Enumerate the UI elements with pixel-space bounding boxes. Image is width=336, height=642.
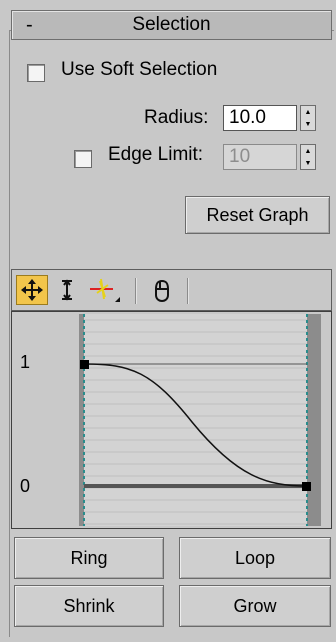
spinner-down-icon[interactable]: ▼	[305, 160, 312, 167]
curve-start-point	[80, 360, 89, 369]
spinner-up-icon[interactable]: ▲	[305, 109, 312, 116]
move-icon	[21, 279, 43, 301]
pan-tool-button[interactable]	[148, 275, 176, 305]
y-axis-bottom-label: 0	[20, 476, 31, 496]
edge-limit-input[interactable]: 10	[223, 144, 297, 170]
edge-limit-label: Edge Limit:	[108, 144, 204, 165]
radius-input[interactable]: 10.0	[223, 105, 297, 131]
toolbar-separator	[187, 278, 189, 304]
selection-rollout-header[interactable]: - Selection	[11, 10, 332, 40]
radius-spinner[interactable]: ▲ ▼	[300, 105, 316, 131]
scale-vertical-icon	[62, 279, 72, 301]
toolbar-separator	[135, 278, 137, 304]
insert-point-icon	[90, 278, 120, 302]
radius-label: Radius:	[144, 107, 209, 128]
rollout-title: Selection	[132, 14, 211, 35]
pan-icon	[155, 279, 169, 303]
shrink-button[interactable]: Shrink	[14, 585, 164, 627]
curve-end-point	[302, 482, 311, 491]
edge-limit-spinner[interactable]: ▲ ▼	[300, 144, 316, 170]
graph-toolbar	[11, 269, 332, 311]
falloff-curve-canvas[interactable]	[12, 312, 331, 528]
right-edge-bar	[307, 314, 321, 526]
insert-point-tool-button[interactable]	[86, 275, 122, 305]
use-soft-selection-checkbox[interactable]	[27, 64, 45, 82]
reset-graph-button[interactable]: Reset Graph	[185, 196, 330, 234]
scale-vertical-tool-button[interactable]	[54, 275, 80, 305]
spinner-down-icon[interactable]: ▼	[305, 121, 312, 128]
edge-limit-checkbox[interactable]	[74, 150, 92, 168]
move-tool-button[interactable]	[16, 275, 48, 305]
spinner-up-icon[interactable]: ▲	[305, 148, 312, 155]
y-axis-top-label: 1	[20, 352, 31, 372]
graph-plot-area	[82, 314, 309, 526]
ring-button[interactable]: Ring	[14, 537, 164, 579]
grow-button[interactable]: Grow	[179, 585, 331, 627]
falloff-curve-graph[interactable]: 1 0	[11, 311, 332, 529]
use-soft-selection-label: Use Soft Selection	[61, 59, 218, 80]
loop-button[interactable]: Loop	[179, 537, 331, 579]
